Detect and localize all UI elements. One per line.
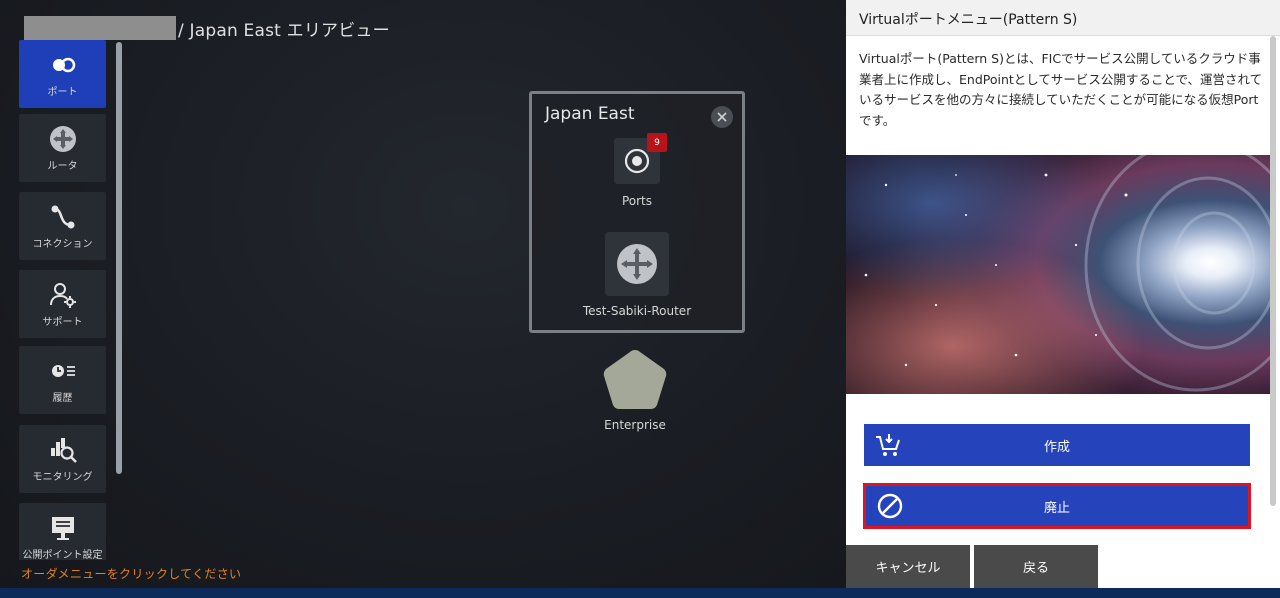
public-point-icon <box>51 516 74 540</box>
enterprise-node[interactable] <box>600 347 670 413</box>
sidebar-item-label: ポート <box>47 86 78 98</box>
sidebar-item-port[interactable]: ポート <box>19 40 106 108</box>
router-label: Test-Sabiki-Router <box>582 304 692 318</box>
bottom-bar <box>0 588 1280 598</box>
delete-button[interactable]: 廃止 <box>866 486 1248 526</box>
delete-button-label: 廃止 <box>1043 500 1070 516</box>
region-card: Japan East 9 Ports Test-Sabiki-Router <box>529 91 745 333</box>
breadcrumb-current: / Japan East エリアビュー <box>178 20 390 41</box>
sidebar-item-monitoring[interactable]: モニタリング <box>19 425 106 493</box>
history-icon <box>51 364 75 377</box>
cancel-button[interactable]: キャンセル <box>846 545 970 588</box>
sidebar-item-label: 公開ポイント設定 <box>22 549 103 561</box>
sidebar: ポート ルータ コネクション サポート 履歴 モニタリング 公開ポイント設定 <box>19 40 107 560</box>
sidebar-item-history[interactable]: 履歴 <box>19 346 106 414</box>
redacted-tenant-name <box>24 16 176 40</box>
panel-description: Virtualポート(Pattern S)とは、FICでサービス公開しているクラ… <box>859 51 1263 128</box>
connection-icon <box>51 205 74 228</box>
monitoring-icon <box>50 437 77 463</box>
sidebar-scrollbar[interactable] <box>116 42 122 474</box>
support-icon <box>49 282 76 308</box>
back-button[interactable]: 戻る <box>974 545 1098 588</box>
sidebar-item-label: 履歴 <box>52 392 73 404</box>
create-button-label: 作成 <box>1043 439 1070 455</box>
port-icon <box>52 57 75 72</box>
create-button[interactable]: 作成 <box>864 424 1250 466</box>
enterprise-label: Enterprise <box>604 418 666 432</box>
virtual-port-menu-panel: Virtualポートメニュー(Pattern S) Virtualポート(Pat… <box>846 0 1280 588</box>
panel-scrollbar[interactable] <box>1270 36 1276 506</box>
sidebar-item-label: サポート <box>42 316 83 328</box>
ports-label: Ports <box>621 194 653 208</box>
sidebar-item-router[interactable]: ルータ <box>19 114 106 182</box>
sidebar-item-public-point[interactable]: 公開ポイント設定 <box>19 503 106 560</box>
sidebar-item-label: コネクション <box>32 238 93 250</box>
sidebar-item-support[interactable]: サポート <box>19 270 106 338</box>
cart-add-icon <box>876 434 900 456</box>
region-title: Japan East <box>545 104 635 124</box>
main-area: / Japan East エリアビュー ポート ルータ コネクション サポート … <box>0 0 846 588</box>
delete-button-highlight: 廃止 <box>863 483 1251 529</box>
router-node[interactable] <box>605 232 669 296</box>
router-icon <box>617 244 657 284</box>
prohibited-icon <box>877 493 903 519</box>
ports-count-badge: 9 <box>647 133 667 152</box>
space-tunnel-image <box>846 155 1270 394</box>
order-hint-text: オーダメニューをクリックしてください <box>21 567 242 581</box>
close-icon <box>717 112 727 122</box>
sidebar-item-label: モニタリング <box>32 471 93 483</box>
panel-header: Virtualポートメニュー(Pattern S) <box>846 0 1280 36</box>
sidebar-item-connection[interactable]: コネクション <box>19 192 106 260</box>
router-icon <box>49 125 76 152</box>
port-target-icon <box>624 148 650 174</box>
panel-title: Virtualポートメニュー(Pattern S) <box>859 12 1078 28</box>
sidebar-item-label: ルータ <box>47 160 78 172</box>
breadcrumb: / Japan East エリアビュー <box>24 16 390 41</box>
close-button[interactable] <box>711 106 733 128</box>
